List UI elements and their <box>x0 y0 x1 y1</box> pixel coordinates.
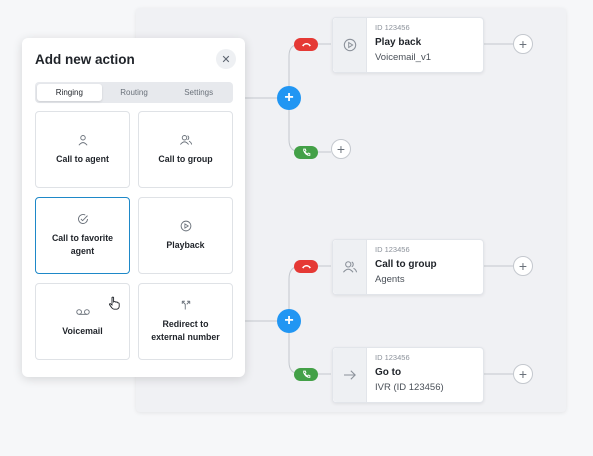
close-icon: ✕ <box>221 53 231 66</box>
hangup-condition-badge <box>294 38 318 51</box>
phone-hangup-icon <box>301 43 311 47</box>
node-title: Call to group <box>375 259 437 270</box>
node-title: Go to <box>375 367 402 378</box>
card-label: Call to favorite agent <box>51 233 114 256</box>
add-action-panel: Add new action ✕ Ringing Routing Setting… <box>22 38 245 377</box>
node-id: ID 123456 <box>375 353 410 362</box>
node-title: Play back <box>375 37 422 48</box>
arrow-right-icon <box>343 370 356 380</box>
card-label: Voicemail <box>62 325 103 336</box>
add-branch-button[interactable]: + <box>277 86 301 110</box>
flow-node-call-to-group[interactable]: ID 123456 Call to group Agents <box>332 239 484 295</box>
node-id: ID 123456 <box>375 245 410 254</box>
node-id: ID 123456 <box>375 23 410 32</box>
phone-icon <box>302 370 310 378</box>
play-circle-icon <box>180 220 191 231</box>
node-subtitle: Voicemail_v1 <box>375 52 431 63</box>
node-subtitle: Agents <box>375 274 405 285</box>
tab-settings[interactable]: Settings <box>166 84 231 101</box>
card-label: Playback <box>166 239 205 250</box>
node-subtitle: IVR (ID 123456) <box>375 382 444 393</box>
tab-routing[interactable]: Routing <box>102 84 167 101</box>
flow-node-go-to[interactable]: ID 123456 Go to IVR (ID 123456) <box>332 347 484 403</box>
action-card-redirect[interactable]: Redirect to external number <box>138 283 233 360</box>
action-tabs: Ringing Routing Settings <box>35 82 233 103</box>
hangup-condition-badge <box>294 260 318 273</box>
add-next-action-button[interactable]: + <box>513 364 533 384</box>
action-card-call-to-favorite-agent[interactable]: Call to favorite agent <box>35 197 130 274</box>
phone-hangup-icon <box>301 265 311 269</box>
group-icon <box>342 261 357 273</box>
play-circle-icon <box>343 38 356 52</box>
add-next-action-button[interactable]: + <box>513 34 533 54</box>
voicemail-icon <box>75 308 90 315</box>
check-circle-icon <box>77 214 88 225</box>
flow-node-playback[interactable]: ID 123456 Play back Voicemail_v1 <box>332 17 484 73</box>
add-action-button[interactable]: + <box>331 139 351 159</box>
action-card-playback[interactable]: Playback <box>138 197 233 274</box>
tab-ringing[interactable]: Ringing <box>37 84 102 101</box>
hand-cursor-icon <box>109 296 120 310</box>
phone-icon <box>302 148 310 156</box>
action-card-call-to-group[interactable]: Call to group <box>138 111 233 188</box>
add-next-action-button[interactable]: + <box>513 256 533 276</box>
answered-condition-badge <box>294 368 318 381</box>
card-label: Call to group <box>158 153 213 164</box>
answered-condition-badge <box>294 146 318 159</box>
action-card-voicemail[interactable]: Voicemail <box>35 283 130 360</box>
add-branch-button[interactable]: + <box>277 309 301 333</box>
person-icon <box>78 134 87 146</box>
action-card-call-to-agent[interactable]: Call to agent <box>35 111 130 188</box>
panel-title: Add new action <box>35 52 135 67</box>
card-label: Call to agent <box>56 153 109 164</box>
group-icon <box>179 134 192 145</box>
card-label: Redirect to external number <box>151 319 220 342</box>
close-button[interactable]: ✕ <box>216 49 236 69</box>
redirect-icon <box>181 301 190 310</box>
